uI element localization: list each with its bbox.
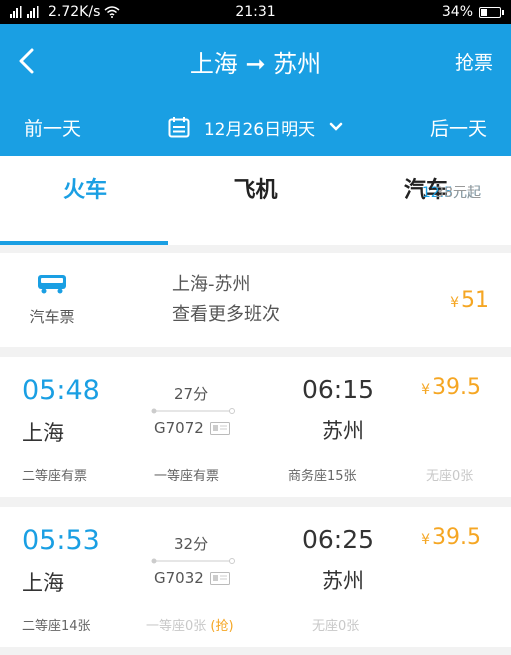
selected-date: 12月26日明天	[203, 119, 316, 140]
departure-station: 上海	[22, 571, 64, 595]
transport-tabs: 火车 12.5元起 飞机 汽车 38元起	[0, 156, 511, 245]
tab-train[interactable]: 火车 12.5元起	[0, 156, 481, 245]
seat-second-class: 二等座有票	[22, 469, 88, 484]
departure-time: 05:48	[22, 375, 100, 406]
tab-train-label: 火车	[63, 178, 108, 203]
chevron-down-icon	[329, 122, 343, 131]
status-bar: 2.72K/s 21:31 34%	[0, 0, 511, 24]
grab-ticket-button[interactable]: 抢票	[455, 48, 493, 75]
date-bar: 前一天 12月26日明天 后一天	[0, 98, 511, 156]
battery-icon	[479, 6, 504, 18]
chevron-left-icon	[19, 48, 34, 74]
seat-second-class: 二等座14张	[22, 619, 91, 634]
bus-ticket-label: 汽车票	[29, 307, 75, 326]
arrival-station: 苏州	[322, 419, 364, 443]
bus-more-schedules: 查看更多班次	[172, 304, 280, 325]
bus-ticket-entry: 汽车票	[22, 274, 82, 327]
header: 上海 ➞ 苏州 抢票 前一天 12月26日明天 后一天	[0, 24, 511, 156]
route-line	[151, 558, 235, 564]
tab-flight[interactable]: 飞机	[170, 156, 340, 245]
bus-ticket-card[interactable]: 汽车票 上海-苏州 查看更多班次 ¥51	[0, 253, 511, 347]
seat-first-class: 一等座有票	[154, 469, 220, 484]
status-time: 21:31	[235, 4, 276, 20]
calendar-icon	[168, 117, 190, 138]
trip-duration: 27分	[174, 385, 209, 403]
active-tab-indicator	[0, 241, 168, 245]
bus-price: ¥51	[450, 288, 489, 313]
currency-symbol: ¥	[450, 294, 459, 311]
train-row[interactable]: 05:48 上海 27分 G7072 06:15 苏州 ¥39.5 二等座有票 …	[0, 357, 511, 497]
seat-first-class: 一等座0张 (抢)	[146, 615, 234, 634]
seat-first-class-label: 一等座0张	[146, 619, 207, 634]
departure-time: 05:53	[22, 525, 100, 556]
currency-symbol: ¥	[421, 532, 431, 548]
bus-route: 上海-苏州	[172, 274, 251, 295]
arrival-time: 06:15	[302, 375, 375, 404]
next-day-button[interactable]: 后一天	[430, 114, 487, 141]
bus-price-value: 51	[461, 287, 489, 313]
train-row[interactable]: 05:53 上海 32分 G7032 06:25 苏州 ¥39.5 二等座14张…	[0, 507, 511, 647]
arrival-time: 06:25	[302, 525, 375, 554]
tab-flight-label: 飞机	[233, 178, 278, 203]
tab-bus-price: 38元起	[435, 185, 481, 201]
seat-business-class: 商务座15张	[288, 469, 357, 484]
route-title: 上海 ➞ 苏州	[189, 49, 322, 78]
train-price-value: 39.5	[432, 525, 481, 550]
bus-route-info: 上海-苏州 查看更多班次	[172, 270, 280, 330]
date-picker[interactable]: 12月26日明天	[168, 115, 343, 140]
grab-seat-tag[interactable]: (抢)	[210, 619, 233, 634]
bus-icon	[38, 274, 66, 293]
train-number-label: G7072	[154, 419, 204, 437]
id-card-icon	[209, 421, 230, 435]
seat-standing: 无座0张	[426, 469, 474, 484]
nav-bar: 上海 ➞ 苏州 抢票	[0, 24, 511, 98]
route-line	[151, 408, 235, 414]
id-card-icon	[209, 571, 230, 585]
trip-duration: 32分	[174, 535, 209, 553]
train-price: ¥39.5	[421, 375, 481, 400]
train-price-value: 39.5	[432, 375, 481, 400]
seat-standing: 无座0张	[312, 619, 360, 634]
back-button[interactable]	[18, 41, 58, 81]
train-price: ¥39.5	[421, 525, 481, 550]
prev-day-button[interactable]: 前一天	[24, 114, 81, 141]
arrival-station: 苏州	[322, 569, 364, 593]
train-number: G7072	[154, 419, 230, 437]
departure-station: 上海	[22, 421, 64, 445]
train-number-label: G7032	[154, 569, 204, 587]
currency-symbol: ¥	[421, 382, 431, 398]
train-number: G7032	[154, 569, 230, 587]
